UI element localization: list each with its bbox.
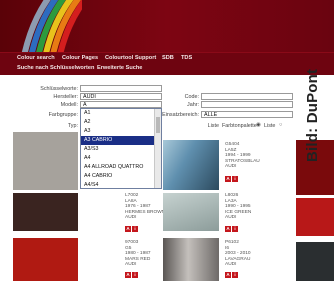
dropdown-option[interactable]: A2 [81,118,155,127]
list-option-label: Liste [264,123,276,129]
pdf-icon[interactable]: A [225,176,231,182]
model-input[interactable]: A [80,101,162,108]
pdf-icon[interactable]: A [125,272,131,278]
info-icon[interactable]: i [232,272,238,278]
keywords-label: Schlüsselworte: [40,86,78,92]
colour-swatch[interactable] [296,242,334,281]
dropdown-scrollbar[interactable] [154,109,161,188]
nav-advanced-search[interactable]: Erweiterte Suche [97,65,142,71]
dropdown-option[interactable]: A4 [81,154,155,163]
manufacturer-label: Hersteller: [53,94,78,100]
code-input[interactable] [201,93,293,100]
info-icon[interactable]: i [232,176,238,182]
keywords-input[interactable] [80,85,162,92]
colour-swatch[interactable] [296,198,334,236]
colour-swatch[interactable] [13,132,78,190]
info-icon[interactable]: i [232,226,238,232]
info-icon[interactable]: i [132,272,138,278]
swatch-info: P6102 I6 2003 - 2010 LAVAGRAU AUDI [225,240,251,268]
colour-swatch[interactable] [13,238,78,281]
colour-swatch[interactable] [163,193,219,231]
colour-swatch[interactable] [163,238,219,281]
application-area-select[interactable]: ALLE [201,111,293,118]
photo-credit-watermark: Bild: DuPont [304,68,321,162]
pdf-icon[interactable]: A [125,226,131,232]
year-label: Jahr: [187,102,199,108]
year-input[interactable] [201,101,293,108]
rainbow-stripes-logo [21,0,82,52]
nav-sdb[interactable]: SDB [162,55,174,61]
nav-colourtool-support[interactable]: Colourtool Support [105,55,156,61]
nav-colour-search[interactable]: Colour search [17,55,55,61]
swatch-info: G5404 LA5Z 1994 - 1999 STRATOSBLAU AUDI [225,142,260,170]
type-label: Typ: [67,123,78,129]
pdf-icon[interactable]: A [225,272,231,278]
list-label: Liste [207,123,219,129]
model-label: Modell: [60,102,78,108]
manufacturer-input[interactable]: AUDI [80,93,162,100]
application-area-label: Einsatzbereich: [162,112,199,118]
swatch-info: L8026 LA3A 1990 - 1995 ICE GREEN AUDI [225,193,252,221]
site-header [0,0,334,52]
dropdown-option[interactable]: A1 [81,109,155,118]
model-dropdown-list[interactable]: A1 A2 A3 A3 CABRIO A3/S3 A4 A4 ALLROAD Q… [80,108,162,189]
pdf-icon[interactable]: A [225,226,231,232]
list-radio[interactable]: ○ [279,122,282,128]
swatch-info: L7002 LA8A 1976 - 1987 HERMES BROWN AUDI [125,193,166,221]
nav-tds[interactable]: TDS [181,55,192,61]
dropdown-option[interactable]: A3/S3 [81,145,155,154]
scrollbar-thumb[interactable] [156,117,160,133]
dropdown-option-selected[interactable]: A3 CABRIO [81,136,155,145]
info-icon[interactable]: i [132,226,138,232]
main-navigation: Colour search Colour Pages Colourtool Su… [0,52,334,75]
dropdown-option[interactable]: A4/S4 [81,181,155,188]
colour-swatch[interactable] [163,140,219,190]
palette-option-label: Farbtonpalette [222,123,257,129]
nav-colour-pages[interactable]: Colour Pages [62,55,98,61]
dropdown-option[interactable]: A4 CABRIO [81,172,155,181]
colour-group-label: Farbgruppe: [48,112,78,118]
swatch-info: 97003 G5 1980 - 1987 MARS RED AUDI [125,240,151,268]
dropdown-option[interactable]: A4 ALLROAD QUATTRO [81,163,155,172]
dropdown-option[interactable]: A3 [81,127,155,136]
palette-radio[interactable]: ◉ [256,122,261,128]
nav-keyword-search[interactable]: Suche nach Schlüsselworten [17,65,94,71]
colour-swatch[interactable] [13,193,78,231]
code-label: Code: [184,94,199,100]
